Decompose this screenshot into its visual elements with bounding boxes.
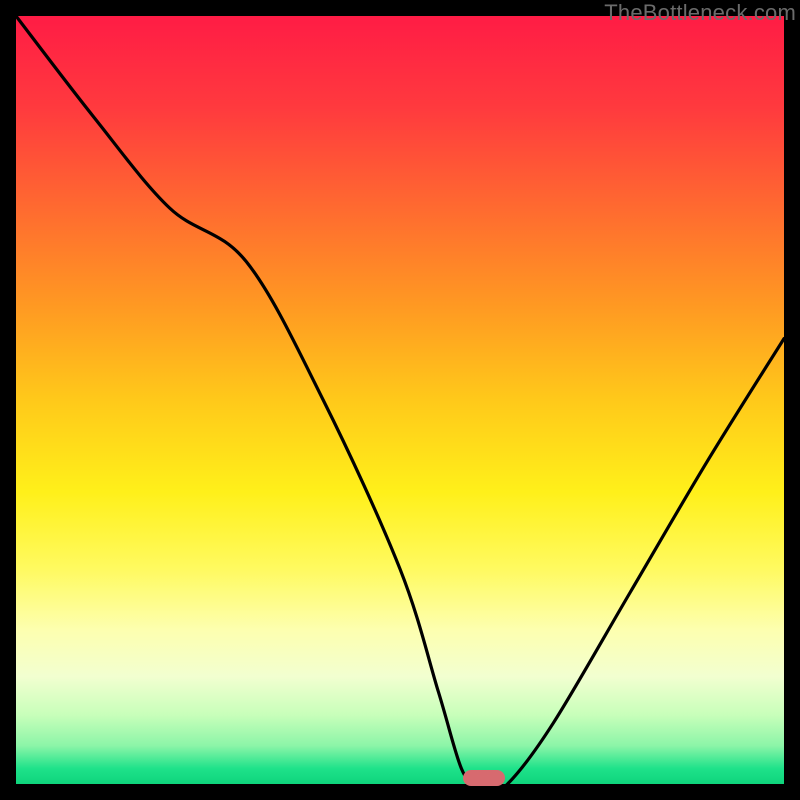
plot-area (16, 16, 784, 784)
optimal-marker (463, 770, 505, 786)
curve-layer (16, 16, 784, 784)
bottleneck-curve-path (16, 16, 784, 784)
watermark-text: TheBottleneck.com (604, 0, 796, 26)
chart-frame: TheBottleneck.com (0, 0, 800, 800)
